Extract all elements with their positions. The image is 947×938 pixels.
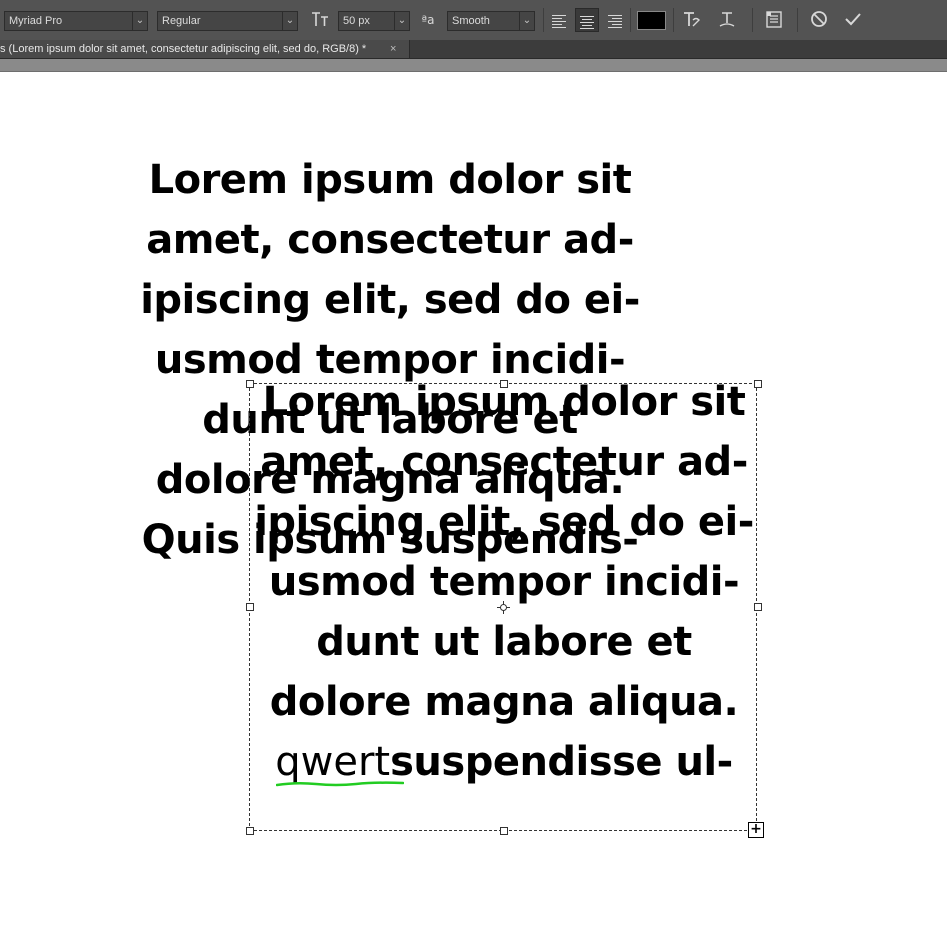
- resize-handle-bottom[interactable]: [500, 827, 508, 835]
- document-tab-title: s (Lorem ipsum dolor sit amet, consectet…: [0, 43, 367, 55]
- warp-text-icon: [684, 12, 700, 27]
- separator: [797, 8, 798, 32]
- separator: [752, 8, 753, 32]
- reference-point-icon[interactable]: [497, 601, 510, 614]
- align-left-button[interactable]: [549, 8, 573, 32]
- chevron-down-icon: ⌄: [132, 12, 147, 30]
- align-right-icon: [601, 15, 625, 28]
- separator: [630, 8, 631, 32]
- resize-handle-left[interactable]: [246, 603, 254, 611]
- align-center-button[interactable]: [575, 8, 599, 32]
- cancel-icon: [811, 11, 827, 27]
- baseline-icon: [719, 12, 735, 27]
- text-line: amet, consectetur ad-: [146, 217, 634, 263]
- commit-button[interactable]: [841, 8, 865, 32]
- canvas-top-strip: [0, 59, 947, 72]
- text-color-swatch[interactable]: [637, 11, 666, 30]
- anti-alias-icon: ªa: [421, 13, 435, 27]
- font-style-dropdown[interactable]: Regular ⌄: [157, 11, 298, 31]
- font-family-dropdown[interactable]: Myriad Pro ⌄: [4, 11, 148, 31]
- resize-handle-top[interactable]: [500, 380, 508, 388]
- align-right-button[interactable]: [601, 8, 625, 32]
- separator: [543, 8, 544, 32]
- resize-handle-top-right[interactable]: [754, 380, 762, 388]
- document-tab-bar: s (Lorem ipsum dolor sit amet, consectet…: [0, 40, 947, 59]
- chevron-down-icon: ⌄: [282, 12, 297, 30]
- resize-handle-bottom-left[interactable]: [246, 827, 254, 835]
- font-family-value: Myriad Pro: [9, 15, 63, 27]
- font-size-value: 50 px: [343, 15, 370, 27]
- text-line: Lorem ipsum dolor sit: [148, 157, 632, 203]
- baseline-button[interactable]: [715, 8, 739, 32]
- anti-alias-dropdown[interactable]: Smooth ⌄: [447, 11, 535, 31]
- document-tab[interactable]: s (Lorem ipsum dolor sit amet, consectet…: [0, 40, 410, 58]
- resize-handle-right[interactable]: [754, 603, 762, 611]
- warp-text-button[interactable]: [679, 8, 703, 32]
- font-style-value: Regular: [162, 15, 201, 27]
- text-line: ipiscing elit, sed do ei-: [140, 277, 640, 323]
- commit-checkmark-icon: [845, 13, 861, 26]
- options-bar: Myriad Pro ⌄ Regular ⌄ 50 px ⌄ ªa Smooth…: [0, 0, 947, 41]
- close-icon[interactable]: ×: [390, 40, 396, 58]
- font-size-icon: [308, 8, 332, 32]
- character-paragraph-panels-icon: [766, 11, 782, 28]
- anti-alias-value: Smooth: [452, 15, 490, 27]
- character-panel-button[interactable]: [762, 8, 786, 32]
- cancel-button[interactable]: [807, 8, 831, 32]
- font-size-dropdown[interactable]: 50 px ⌄: [338, 11, 410, 31]
- align-center-icon: [576, 16, 598, 29]
- align-left-icon: [549, 15, 573, 28]
- separator: [673, 8, 674, 32]
- document-canvas[interactable]: Lorem ipsum dolor sit amet, consectetur …: [0, 72, 947, 938]
- resize-handle-top-left[interactable]: [246, 380, 254, 388]
- chevron-down-icon: ⌄: [519, 12, 534, 30]
- chevron-down-icon: ⌄: [394, 12, 409, 30]
- text-overflow-icon[interactable]: +: [748, 822, 764, 838]
